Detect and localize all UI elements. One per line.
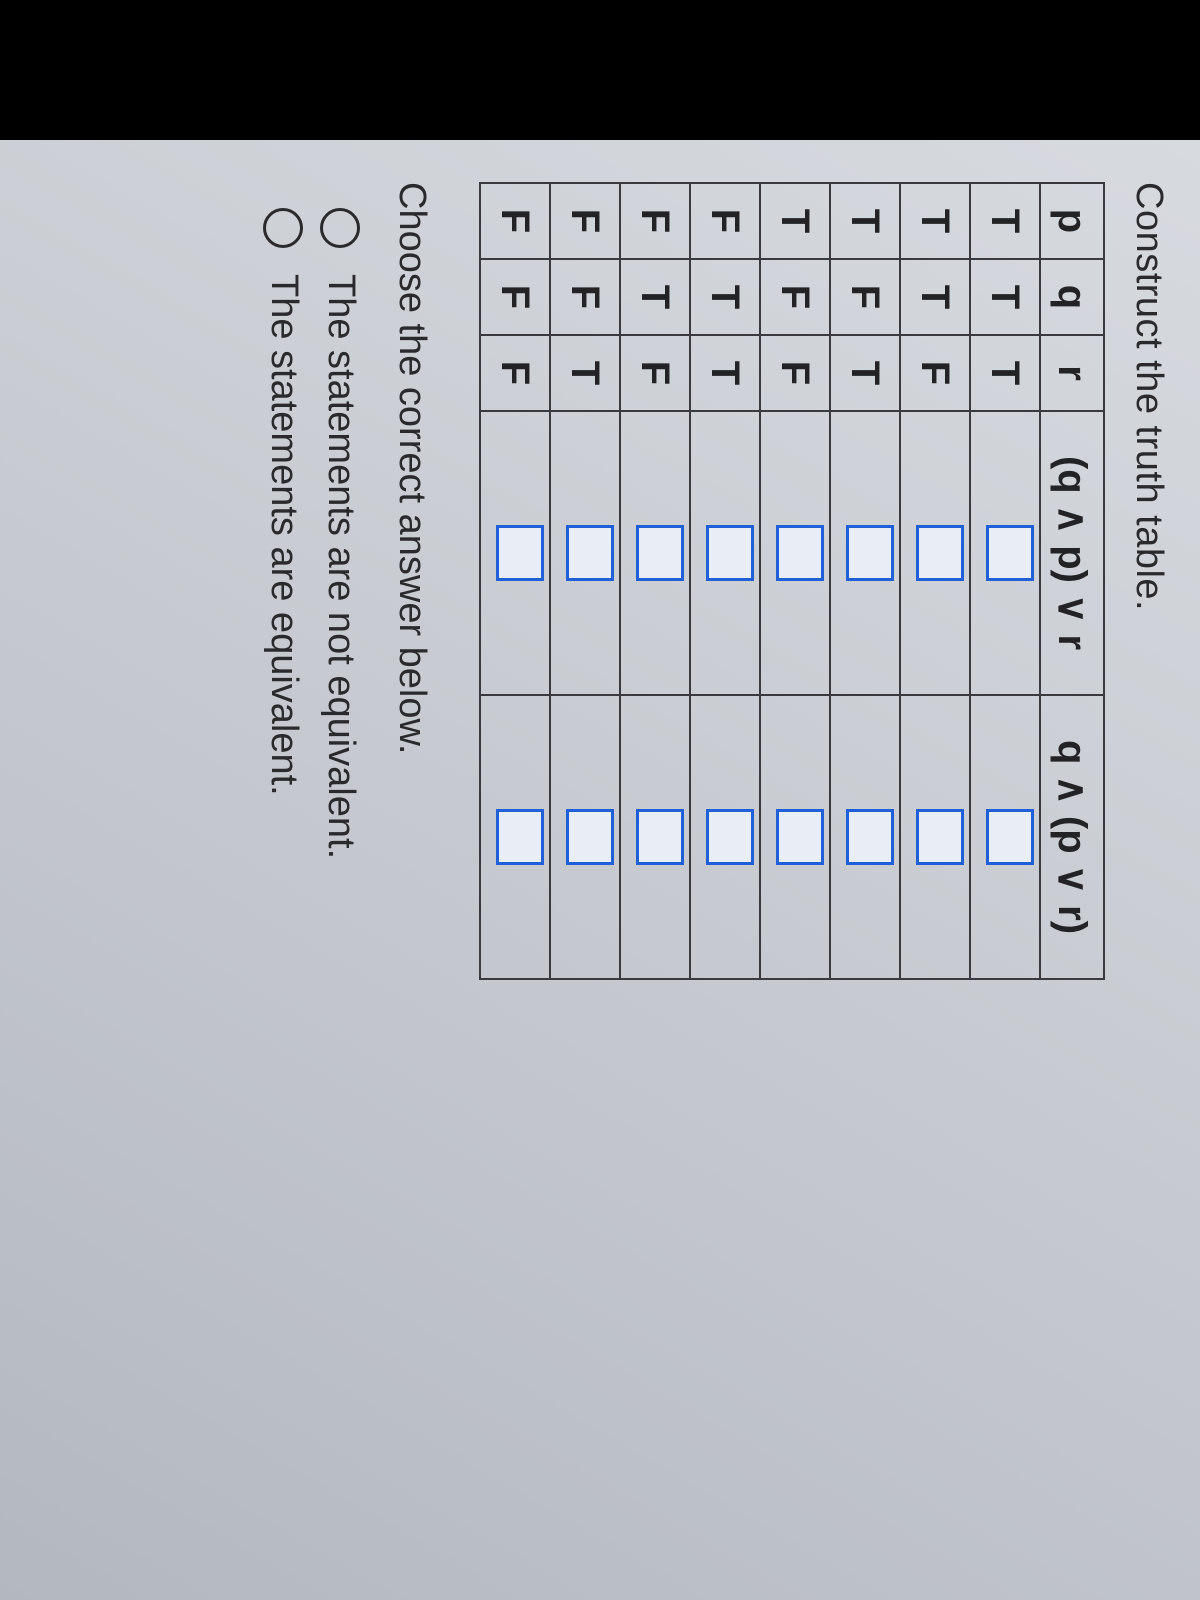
cell-p: F [690,183,760,259]
cell-expr2 [900,695,970,979]
radio-icon[interactable] [264,208,304,248]
option-label: The statements are not equivalent. [319,274,362,859]
col-header-expr1: (q ∧ p) ∨ r [1040,411,1104,695]
table-row: F T T [690,183,760,979]
cell-q: T [970,259,1040,335]
cell-r: T [970,335,1040,411]
cell-r: F [760,335,830,411]
cell-r: F [620,335,690,411]
cell-q: F [480,259,550,335]
table-row: T F T [830,183,900,979]
answer-input[interactable] [706,525,754,581]
instruction-text: Construct the truth table. [1127,182,1170,1560]
answer-input[interactable] [846,525,894,581]
answer-input[interactable] [916,809,964,865]
cell-expr1 [690,411,760,695]
cell-expr1 [550,411,620,695]
cell-p: T [830,183,900,259]
table-row: T T T [970,183,1040,979]
cell-p: T [900,183,970,259]
cell-r: F [900,335,970,411]
col-header-q: q [1040,259,1104,335]
radio-icon[interactable] [321,208,361,248]
col-header-p: p [1040,183,1104,259]
cell-expr2 [690,695,760,979]
cell-q: T [620,259,690,335]
cell-q: F [550,259,620,335]
option-not-equivalent[interactable]: The statements are not equivalent. [319,208,362,1560]
cell-expr1 [970,411,1040,695]
table-row: F F T [550,183,620,979]
cell-expr2 [760,695,830,979]
cell-q: F [760,259,830,335]
worksheet-screen: Construct the truth table. p q r (q ∧ p)… [0,140,1200,1600]
cell-expr2 [830,695,900,979]
truth-table: p q r (q ∧ p) ∨ r q ∧ (p ∨ r) T T T T [479,182,1105,980]
cell-p: T [760,183,830,259]
cell-expr2 [970,695,1040,979]
table-row: F T F [620,183,690,979]
answer-input[interactable] [496,809,544,865]
answer-input[interactable] [776,525,824,581]
cell-expr1 [830,411,900,695]
cell-r: T [690,335,760,411]
cell-r: T [550,335,620,411]
table-row: F F F [480,183,550,979]
cell-expr1 [760,411,830,695]
answer-input[interactable] [636,809,684,865]
answer-input[interactable] [496,525,544,581]
col-header-expr2: q ∧ (p ∨ r) [1040,695,1104,979]
cell-p: T [970,183,1040,259]
choose-prompt: Choose the correct answer below. [390,182,433,1560]
cell-expr1 [620,411,690,695]
cell-expr2 [620,695,690,979]
cell-q: F [830,259,900,335]
cell-expr2 [480,695,550,979]
option-equivalent[interactable]: The statements are equivalent. [262,208,305,1560]
col-header-r: r [1040,335,1104,411]
answer-input[interactable] [776,809,824,865]
answer-input[interactable] [706,809,754,865]
cell-p: F [480,183,550,259]
answer-input[interactable] [986,525,1034,581]
table-row: T F F [760,183,830,979]
option-label: The statements are equivalent. [262,274,305,796]
answer-input[interactable] [566,525,614,581]
answer-input[interactable] [636,525,684,581]
cell-p: F [550,183,620,259]
answer-input[interactable] [846,809,894,865]
cell-q: T [900,259,970,335]
cell-expr1 [900,411,970,695]
answer-input[interactable] [916,525,964,581]
answer-input[interactable] [566,809,614,865]
cell-expr1 [480,411,550,695]
cell-r: T [830,335,900,411]
table-row: T T F [900,183,970,979]
cell-r: F [480,335,550,411]
cell-p: F [620,183,690,259]
cell-expr2 [550,695,620,979]
cell-q: T [690,259,760,335]
answer-input[interactable] [986,809,1034,865]
